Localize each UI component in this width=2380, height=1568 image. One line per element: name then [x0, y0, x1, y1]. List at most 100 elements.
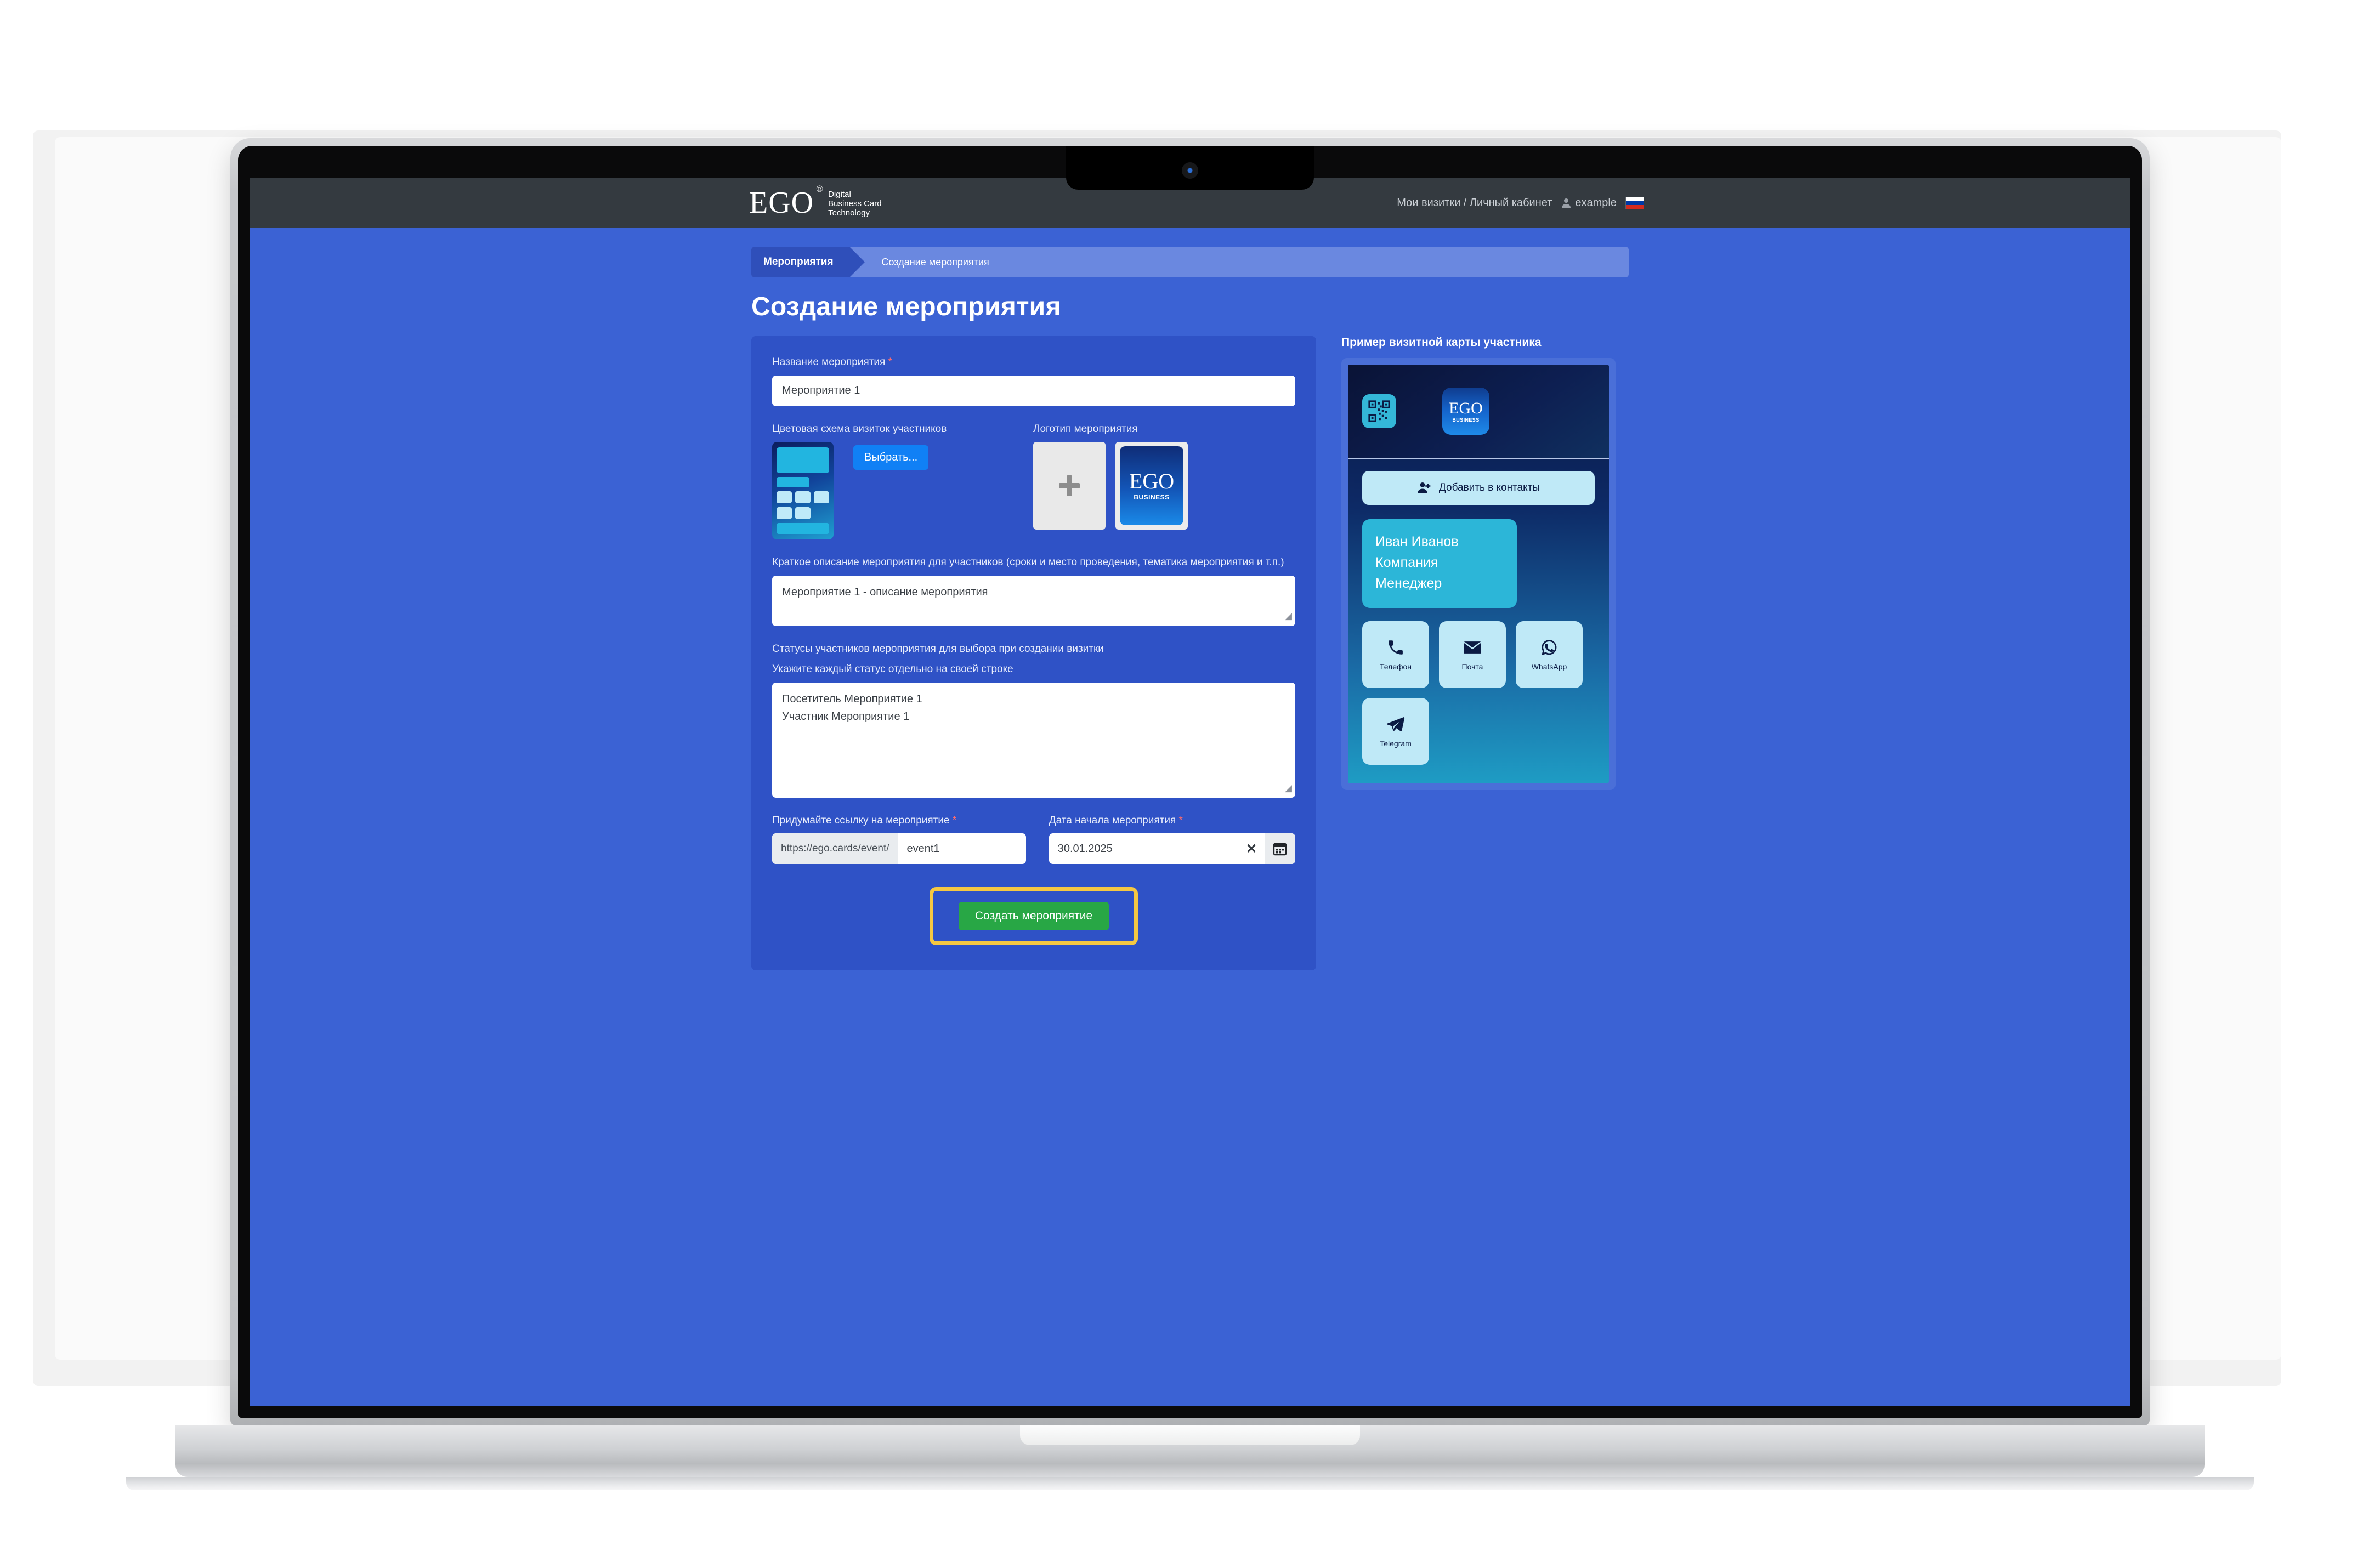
contact-tile-phone[interactable]: Телефон: [1362, 621, 1429, 688]
color-scheme-preview[interactable]: [772, 442, 834, 540]
submit-zone: Создать мероприятие: [772, 887, 1295, 946]
resize-grip-icon[interactable]: ◢: [1285, 609, 1292, 623]
person-icon: [1562, 198, 1571, 208]
qr-glyph: [1368, 400, 1390, 422]
russia-flag-icon[interactable]: [1625, 196, 1644, 209]
user-menu[interactable]: example: [1561, 197, 1617, 209]
logo-current-preview[interactable]: EGO BUSINESS: [1115, 442, 1188, 530]
textarea-description[interactable]: Мероприятие 1 - описание мероприятия ◢: [772, 575, 1295, 626]
card-identity: Иван Иванов Компания Менеджер: [1362, 519, 1517, 608]
logo-row: EGO BUSINESS: [1033, 442, 1295, 530]
close-icon[interactable]: ✕: [1238, 833, 1265, 865]
person-add-icon: [1418, 482, 1431, 493]
textarea-statuses[interactable]: Посетитель Мероприятие 1 Участник Меропр…: [772, 682, 1295, 798]
telegram-icon: [1387, 717, 1405, 731]
card-inner: EGO BUSINESS Добавить в контакты Иван Ив…: [1348, 365, 1609, 783]
envelope-icon: [1464, 641, 1481, 654]
calendar-glyph: [1273, 843, 1287, 856]
card-logo: EGO BUSINESS: [1442, 388, 1489, 435]
laptop-base-foot: [126, 1477, 2254, 1490]
add-to-contacts-button[interactable]: Добавить в контакты: [1362, 471, 1595, 505]
laptop-mockup: EGO ® Digital Business Card Technology М…: [0, 0, 2380, 1568]
required-asterisk: *: [1178, 814, 1183, 826]
user-name: example: [1575, 196, 1617, 209]
brand-name-text: EGO: [749, 186, 814, 220]
logo-ego-badge: EGO BUSINESS: [1120, 446, 1183, 526]
card-contact-tiles: Телефон Почта WhatsApp Telegram: [1362, 621, 1595, 765]
brand-logo[interactable]: EGO ® Digital Business Card Technology: [749, 184, 882, 220]
resize-grip-icon[interactable]: ◢: [1285, 781, 1292, 796]
color-scheme-row: Выбрать...: [772, 442, 1002, 540]
card-logo-big: EGO: [1449, 399, 1483, 417]
card-header: EGO BUSINESS: [1348, 365, 1609, 459]
input-group-url: https://ego.cards/event/ event1: [772, 833, 1026, 865]
field-event-name: Название мероприятия * Мероприятие 1: [772, 355, 1295, 406]
row-url-date: Придумайте ссылку на мероприятие * https…: [772, 813, 1295, 865]
breadcrumb-item-current: Создание мероприятия: [881, 256, 989, 268]
textarea-statuses-value: Посетитель Мероприятие 1 Участник Меропр…: [782, 692, 922, 723]
nav-link-cabinet[interactable]: Мои визитки / Личный кабинет: [1397, 197, 1552, 209]
field-event-url: Придумайте ссылку на мероприятие * https…: [772, 813, 1026, 865]
field-statuses: Статусы участников мероприятия для выбор…: [772, 641, 1295, 798]
label-event-url-text: Придумайте ссылку на мероприятие: [772, 814, 950, 826]
laptop-base: [175, 1425, 2205, 1477]
plus-icon: [1059, 475, 1080, 497]
label-description: Краткое описание мероприятия для участни…: [772, 556, 1284, 569]
screen-bezel: EGO ® Digital Business Card Technology М…: [238, 146, 2142, 1418]
label-statuses-2: Укажите каждый статус отдельно на своей …: [772, 663, 1013, 675]
label-event-logo: Логотип мероприятия: [1033, 423, 1138, 435]
field-color-scheme: Цветовая схема визиток участников Выбрат…: [772, 422, 1002, 540]
label-event-name: Название мероприятия *: [772, 355, 1295, 370]
header-navigation: Мои визитки / Личный кабинет example: [1397, 196, 1644, 209]
main-columns: Название мероприятия * Мероприятие 1 Цве…: [751, 336, 1629, 971]
required-asterisk: *: [952, 814, 957, 826]
card-person-name: Иван Иванов: [1375, 534, 1459, 549]
camera-notch: [1066, 146, 1314, 190]
tagline-line-1: Digital: [828, 190, 851, 199]
input-event-date[interactable]: 30.01.2025: [1049, 833, 1238, 864]
tagline-line-2: Business Card: [828, 199, 882, 208]
whatsapp-icon: [1542, 640, 1557, 655]
registered-icon: ®: [816, 184, 824, 194]
required-asterisk: *: [888, 356, 892, 368]
add-to-contacts-label: Добавить в контакты: [1438, 482, 1540, 493]
business-card-preview: EGO BUSINESS Добавить в контакты Иван Ив…: [1341, 358, 1616, 790]
event-form-panel: Название мероприятия * Мероприятие 1 Цве…: [751, 336, 1316, 971]
card-logo-small: BUSINESS: [1452, 417, 1480, 423]
row-scheme-logo: Цветовая схема визиток участников Выбрат…: [772, 422, 1295, 540]
card-body: Добавить в контакты Иван Иванов Компания…: [1348, 459, 1609, 783]
content-container: Мероприятия Создание мероприятия Создани…: [751, 247, 1629, 971]
preview-column: Пример визитной карты участника EGO BUSI…: [1341, 336, 1616, 790]
card-person-role: Менеджер: [1375, 576, 1442, 591]
label-event-date: Дата начала мероприятия *: [1049, 813, 1295, 828]
field-description: Краткое описание мероприятия для участни…: [772, 555, 1295, 626]
preview-title: Пример визитной карты участника: [1341, 336, 1542, 349]
breadcrumb-item-events[interactable]: Мероприятия: [751, 247, 864, 277]
laptop-base-notch: [1020, 1425, 1360, 1445]
laptop-lid: EGO ® Digital Business Card Technology М…: [230, 138, 2150, 1425]
page-body: Мероприятия Создание мероприятия Создани…: [250, 228, 2130, 1406]
qr-code-icon[interactable]: [1362, 394, 1396, 428]
contact-tile-whatsapp[interactable]: WhatsApp: [1516, 621, 1583, 688]
choose-scheme-button[interactable]: Выбрать...: [853, 445, 929, 470]
label-event-url: Придумайте ссылку на мероприятие *: [772, 813, 1026, 828]
field-event-logo: Логотип мероприятия EGO BUSINESS: [1033, 422, 1295, 540]
contact-tile-phone-label: Телефон: [1379, 662, 1412, 671]
create-event-button[interactable]: Создать мероприятие: [958, 902, 1109, 931]
input-event-name[interactable]: Мероприятие 1: [772, 375, 1295, 406]
contact-tile-email[interactable]: Почта: [1439, 621, 1506, 688]
textarea-description-value: Мероприятие 1 - описание мероприятия: [782, 586, 988, 598]
field-event-date: Дата начала мероприятия * 30.01.2025 ✕: [1049, 813, 1295, 865]
contact-tile-telegram[interactable]: Telegram: [1362, 698, 1429, 765]
calendar-icon[interactable]: [1265, 833, 1295, 865]
label-event-name-text: Название мероприятия: [772, 356, 886, 368]
input-url-slug[interactable]: event1: [898, 833, 1026, 864]
url-prefix: https://ego.cards/event/: [772, 833, 898, 865]
phone-icon: [1389, 640, 1403, 655]
logo-brand-small: BUSINESS: [1134, 493, 1170, 502]
logo-upload-button[interactable]: [1033, 442, 1106, 530]
input-group-date: 30.01.2025 ✕: [1049, 833, 1295, 865]
brand-name: EGO ®: [749, 184, 823, 220]
browser-screen: EGO ® Digital Business Card Technology М…: [250, 178, 2130, 1406]
contact-tile-email-label: Почта: [1461, 662, 1483, 671]
